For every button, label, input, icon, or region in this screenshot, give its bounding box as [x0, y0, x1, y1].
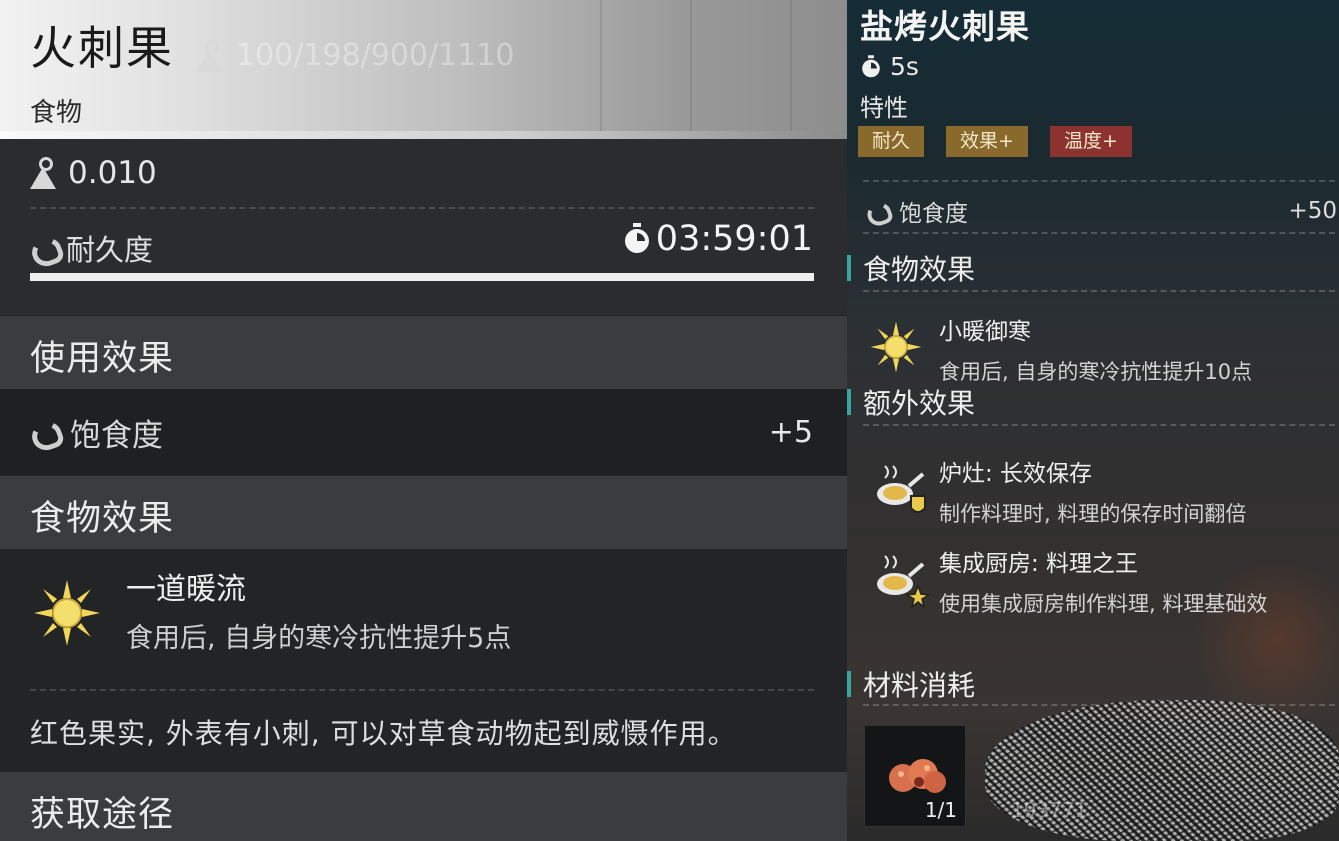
recipe-food-effect-desc: 食用后, 自身的寒冷抗性提升10点: [939, 360, 1253, 384]
satiety-label: 饱食度: [70, 417, 163, 454]
stomach-icon: [866, 201, 888, 220]
extra-effect-name: 炉灶: 长效保存: [939, 461, 1093, 487]
traits-label: 特性: [860, 94, 908, 122]
extra-effect-desc: 使用集成厨房制作料理, 料理基础效: [939, 592, 1268, 616]
obtain-heading: 获取途径: [0, 772, 847, 841]
food-effect-name: 一道暖流: [126, 572, 246, 607]
sun-icon: [34, 580, 100, 646]
satiety-value: +5: [768, 414, 813, 450]
cooking-pan-icon: [877, 555, 929, 608]
extra-effect-name: 集成厨房: 料理之王: [939, 551, 1139, 577]
material-count: 1/1: [924, 798, 957, 822]
durability-icon: [30, 236, 58, 260]
extra-effect-entry: 炉灶: 长效保存 制作料理时, 料理的保存时间翻倍: [939, 454, 1246, 528]
item-header: 火刺果 100/198/900/1110 食物: [0, 0, 847, 137]
satiety-row: 饱食度 +5: [0, 389, 847, 475]
divider: [863, 290, 1335, 292]
trait-tag: 温度+: [1049, 126, 1132, 157]
extra-effect-desc: 制作料理时, 料理的保存时间翻倍: [939, 502, 1247, 526]
item-title: 火刺果: [30, 21, 174, 75]
extra-effect-entry: 集成厨房: 料理之王 使用集成厨房制作料理, 料理基础效: [939, 544, 1267, 618]
divider: [863, 424, 1335, 426]
divider: [863, 232, 1335, 234]
durability-bar-fill: [30, 273, 814, 281]
item-description: 红色果实, 外表有小刺, 可以对草食动物起到威慑作用。: [30, 717, 737, 750]
sun-icon: [870, 321, 922, 373]
trait-tag: 耐久: [858, 126, 925, 157]
use-effect-heading: 使用效果: [0, 316, 847, 389]
satiety-block: 饱食度 +5: [0, 389, 847, 475]
food-effect-desc: 食用后, 自身的寒冷抗性提升5点: [126, 623, 512, 654]
recipe-food-effect-heading: 食物效果: [847, 248, 975, 288]
stopwatch-icon: [862, 54, 880, 77]
material-slot[interactable]: 1/1: [864, 725, 966, 827]
trait-tag: 效果+: [946, 126, 1028, 157]
recipe-panel: 盐烤火刺果 5s 特性 耐久 效果+ 温度+ 饱食度 +50 食物效果 小暖御寒…: [847, 0, 1339, 841]
materials-heading: 材料消耗: [847, 664, 975, 704]
food-effect-heading: 食物效果: [0, 476, 847, 549]
divider: [863, 180, 1335, 182]
trait-tags: 耐久 效果+ 温度+: [858, 126, 1132, 157]
fire-spine-fruit-icon: [889, 759, 946, 793]
durability-timer: 03:59:01: [622, 219, 813, 259]
cook-time: 5s: [860, 52, 919, 81]
weight-row: 0.010: [30, 155, 157, 191]
divider: [30, 689, 814, 691]
weight-icon: [196, 39, 222, 72]
weight-icon: [30, 157, 56, 189]
stomach-icon: [30, 420, 58, 444]
recipe-title: 盐烤火刺果: [860, 7, 1030, 46]
item-category: 食物: [30, 98, 83, 128]
extra-effect-heading: 额外效果: [847, 382, 975, 422]
recipe-food-effect-name: 小暖御寒: [939, 319, 1031, 345]
weight-value: 0.010: [68, 155, 157, 191]
food-effect-entry: 一道暖流 食用后, 自身的寒冷抗性提升5点: [0, 550, 847, 690]
recipe-satiety-row: 饱食度 +50: [863, 194, 1337, 228]
stats-block: 0.010 耐久度 03:59:01: [0, 139, 847, 315]
durability-label: 耐久度: [66, 233, 154, 267]
durability-row: 耐久度: [30, 227, 153, 269]
item-detail-panel: 火刺果 100/198/900/1110 食物 0.010 耐久度 03:59:…: [0, 0, 847, 841]
durability-bar: [30, 273, 814, 281]
recipe-satiety-label: 饱食度: [899, 201, 968, 227]
recipe-satiety-value: +50: [1288, 198, 1337, 224]
recipe-food-effect: 小暖御寒 食用后, 自身的寒冷抗性提升10点: [939, 312, 1252, 386]
ghost-number: 193771: [1011, 798, 1088, 822]
cooking-pan-icon: [877, 465, 926, 513]
header-divider: [0, 131, 847, 139]
ghost-stat-text: 100/198/900/1110: [196, 38, 514, 73]
divider: [30, 207, 814, 209]
stopwatch-icon: [624, 223, 649, 253]
